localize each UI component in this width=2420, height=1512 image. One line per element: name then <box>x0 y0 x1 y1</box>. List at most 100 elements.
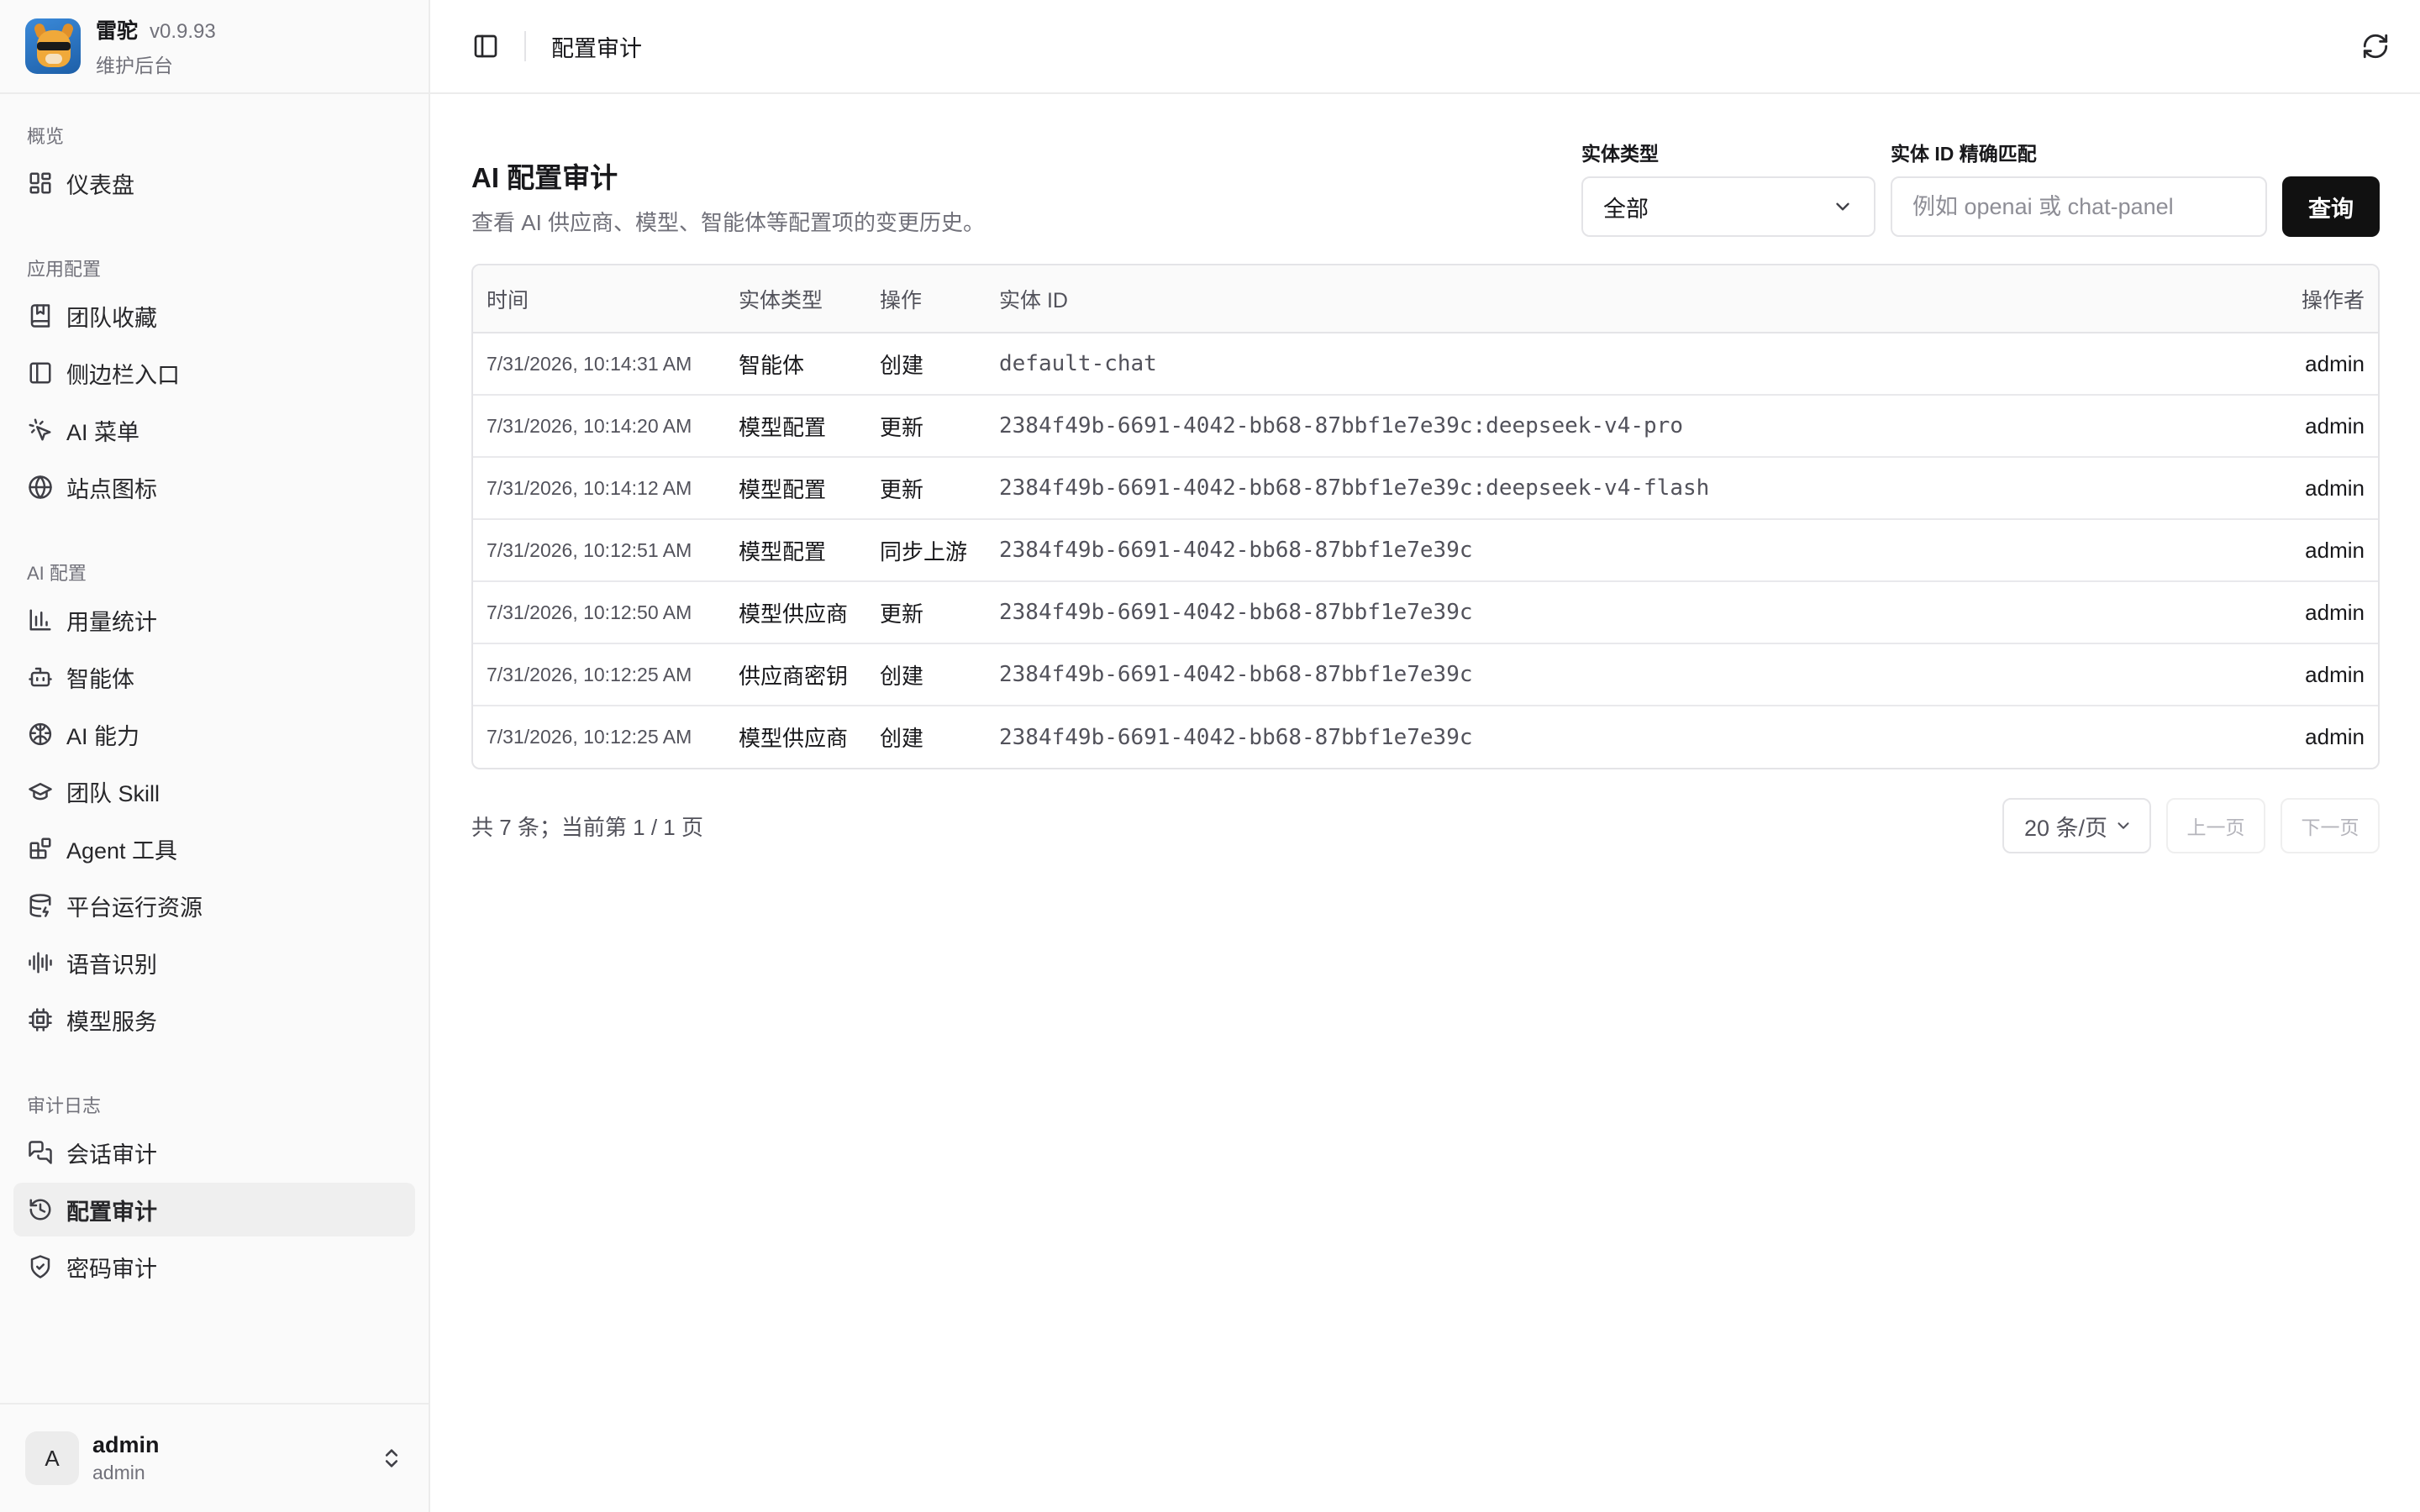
sidebar-item-site-icon[interactable]: 站点图标 <box>13 460 415 514</box>
main-area: 配置审计 AI 配置审计 查看 AI 供应商、模型、智能体等配置项的变更历史。 … <box>430 0 2420 1512</box>
blocks-icon <box>29 837 51 859</box>
panel-icon <box>29 362 51 384</box>
cell-operator: admin <box>2260 581 2378 644</box>
cell-entity-id: 2384f49b-6691-4042-bb68-87bbf1e7e39c <box>986 643 2260 706</box>
sidebar-item-ai-capability[interactable]: AI 能力 <box>13 707 415 761</box>
table-row[interactable]: 7/31/2026, 10:12:50 AM 模型供应商 更新 2384f49b… <box>473 581 2378 644</box>
sidebar-item-sidebar-entry[interactable]: 侧边栏入口 <box>13 346 415 400</box>
sidebar-item-dashboard[interactable]: 仪表盘 <box>13 156 415 210</box>
column-header-entity-id: 实体 ID <box>986 265 2260 333</box>
topbar-divider <box>524 31 526 61</box>
sidebar-item-label: 语音识别 <box>66 952 157 978</box>
query-button[interactable]: 查询 <box>2282 176 2380 237</box>
messages-icon <box>29 1141 52 1164</box>
table-row[interactable]: 7/31/2026, 10:14:12 AM 模型配置 更新 2384f49b-… <box>473 457 2378 520</box>
cell-entity-type: 模型供应商 <box>739 726 849 751</box>
entity-id-input[interactable] <box>1891 176 2267 237</box>
table-row[interactable]: 7/31/2026, 10:12:51 AM 模型配置 同步上游 2384f49… <box>473 519 2378 582</box>
sidebar-item-label: 团队 Skill <box>66 780 160 806</box>
content: AI 配置审计 查看 AI 供应商、模型、智能体等配置项的变更历史。 实体类型 … <box>430 94 2420 853</box>
graduation-cap-icon <box>29 783 52 801</box>
sidebar-item-label: 会话审计 <box>66 1142 157 1168</box>
cell-time: 7/31/2026, 10:12:25 AM <box>473 643 725 706</box>
sidebar-item-label: 配置审计 <box>66 1199 157 1225</box>
table-row[interactable]: 7/31/2026, 10:14:31 AM 智能体 创建 default-ch… <box>473 333 2378 396</box>
sidebar-item-agents[interactable]: 智能体 <box>13 650 415 704</box>
brand-logo <box>25 18 81 74</box>
column-header-time: 时间 <box>473 265 725 333</box>
entity-type-value: 全部 <box>1603 196 1649 222</box>
sidebar: 雷驼 v0.9.93 维护后台 概览 仪表盘 应用配置 团队收藏 侧边栏入口 A… <box>0 0 430 1512</box>
chevron-down-icon <box>2118 822 2129 829</box>
nav-group-ai-config: AI 配置 用量统计 智能体 AI 能力 团队 Skill Agent 工具 平… <box>0 554 429 1047</box>
sidebar-item-speech-recognition[interactable]: 语音识别 <box>13 936 415 990</box>
nav-group-title: 审计日志 <box>27 1095 102 1116</box>
table-row[interactable]: 7/31/2026, 10:12:25 AM 模型供应商 创建 2384f49b… <box>473 706 2378 768</box>
entity-type-label: 实体类型 <box>1581 143 1659 165</box>
nav-group-title: 概览 <box>27 126 65 147</box>
chevron-down-icon <box>1836 202 1849 211</box>
sidebar-item-label: 团队收藏 <box>66 305 157 331</box>
sidebar-item-config-audit[interactable]: 配置审计 <box>13 1183 415 1236</box>
entity-type-select[interactable]: 全部 <box>1581 176 1876 237</box>
cpu-icon <box>29 1008 52 1032</box>
user-name: admin <box>92 1432 160 1457</box>
sidebar-toggle-button[interactable] <box>472 33 499 60</box>
sidebar-item-session-audit[interactable]: 会话审计 <box>13 1126 415 1179</box>
table-row[interactable]: 7/31/2026, 10:12:25 AM 供应商密钥 创建 2384f49b… <box>473 643 2378 706</box>
sidebar-item-label: 侧边栏入口 <box>66 362 180 388</box>
globe-icon <box>29 475 52 499</box>
topbar: 配置审计 <box>430 0 2420 94</box>
breadcrumb: 配置审计 <box>551 35 642 61</box>
user-menu[interactable]: A admin admin <box>0 1403 429 1512</box>
cell-action: 创建 <box>866 333 986 396</box>
prev-page-button[interactable]: 上一页 <box>2166 798 2265 853</box>
bookmark-icon <box>30 304 50 328</box>
sidebar-item-label: AI 菜单 <box>66 419 140 445</box>
filter-bar: 实体类型 全部 实体 ID 精确匹配 查询 <box>1581 138 2380 237</box>
cell-entity-id: 2384f49b-6691-4042-bb68-87bbf1e7e39c <box>999 724 1473 750</box>
sidebar-item-team-skill[interactable]: 团队 Skill <box>13 764 415 818</box>
chevrons-up-down-icon <box>385 1449 398 1467</box>
cell-entity-type: 智能体 <box>725 333 866 396</box>
sidebar-item-platform-resources[interactable]: 平台运行资源 <box>13 879 415 932</box>
cell-action: 更新 <box>866 581 986 644</box>
table-row[interactable]: 7/31/2026, 10:14:20 AM 模型配置 更新 2384f49b-… <box>473 395 2378 458</box>
cell-action: 创建 <box>880 726 924 751</box>
sidebar-item-usage-stats[interactable]: 用量统计 <box>13 593 415 647</box>
brand-subtitle: 维护后台 <box>96 55 173 76</box>
sidebar-item-model-service[interactable]: 模型服务 <box>13 993 415 1047</box>
cell-entity-id: 2384f49b-6691-4042-bb68-87bbf1e7e39c <box>986 581 2260 644</box>
page-size-select[interactable]: 20 条/页 <box>2002 798 2151 853</box>
sidebar-item-label: Agent 工具 <box>66 837 178 864</box>
history-icon <box>29 1199 51 1221</box>
nav-group-title: 应用配置 <box>27 259 102 280</box>
pointer-icon <box>29 418 51 441</box>
cell-operator: admin <box>2305 724 2365 749</box>
brand-name: 雷驼 <box>96 19 139 43</box>
cell-action: 创建 <box>866 643 986 706</box>
brain-icon <box>29 722 52 746</box>
user-role: admin <box>92 1462 145 1483</box>
shield-icon <box>30 1255 50 1278</box>
sidebar-item-agent-tools[interactable]: Agent 工具 <box>13 822 415 875</box>
sidebar-item-password-audit[interactable]: 密码审计 <box>13 1240 415 1294</box>
cell-entity-type: 模型配置 <box>725 519 866 582</box>
next-page-button[interactable]: 下一页 <box>2281 798 2380 853</box>
sidebar-item-label: AI 能力 <box>66 723 140 749</box>
page-title: AI 配置审计 <box>471 162 618 193</box>
entity-id-label: 实体 ID 精确匹配 <box>1891 143 2037 165</box>
page-description: 查看 AI 供应商、模型、智能体等配置项的变更历史。 <box>471 210 986 235</box>
cell-entity-id: default-chat <box>986 333 2260 396</box>
sidebar-item-team-favorites[interactable]: 团队收藏 <box>13 289 415 343</box>
nav-group-audit-logs: 审计日志 会话审计 配置审计 密码审计 <box>0 1087 429 1294</box>
cell-operator: admin <box>2260 519 2378 582</box>
panel-left-icon <box>474 34 497 58</box>
sidebar-item-ai-menu[interactable]: AI 菜单 <box>13 403 415 457</box>
cell-action: 更新 <box>866 395 986 458</box>
refresh-button[interactable] <box>2361 32 2390 60</box>
brand-header[interactable]: 雷驼 v0.9.93 维护后台 <box>0 0 429 94</box>
cell-entity-type: 模型配置 <box>725 457 866 520</box>
nav-group-app-config: 应用配置 团队收藏 侧边栏入口 AI 菜单 站点图标 <box>0 250 429 514</box>
cell-time: 7/31/2026, 10:12:51 AM <box>473 519 725 582</box>
